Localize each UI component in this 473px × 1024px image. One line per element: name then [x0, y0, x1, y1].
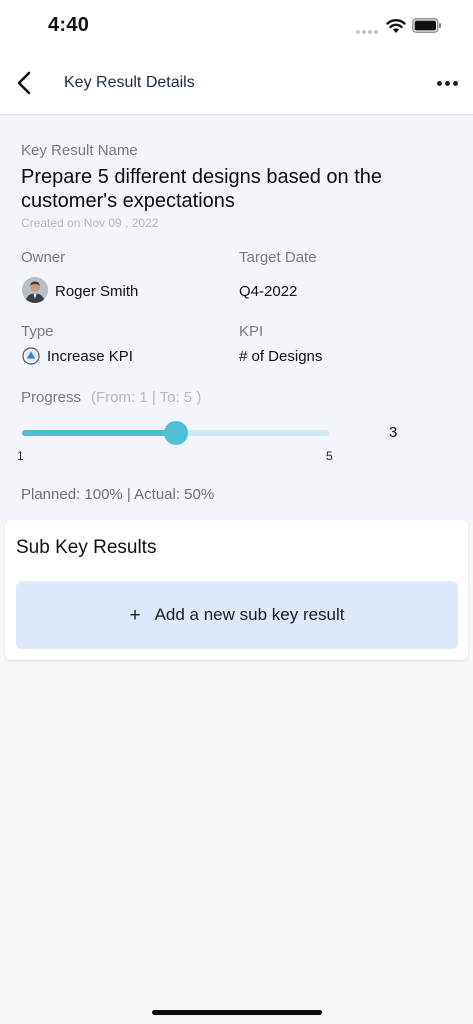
chevron-left-icon[interactable] — [12, 68, 40, 98]
status-bar: 4:40 — [0, 0, 473, 56]
target-date-label: Target Date — [239, 249, 317, 266]
kpi-label: KPI — [239, 323, 264, 340]
screen: 4:40 Key Result Details Key Result Name … — [0, 0, 473, 1024]
home-indicator — [152, 1010, 322, 1015]
slider-fill — [22, 430, 176, 436]
plus-icon: + — [129, 604, 141, 626]
key-result-name-label: Key Result Name — [21, 142, 138, 159]
type-value: Increase KPI — [47, 348, 133, 365]
cellular-signal-icon — [356, 30, 380, 34]
kpi-value: # of Designs — [239, 348, 323, 365]
created-date: Created on Nov 09 , 2022 — [21, 216, 159, 230]
sub-key-results-card: Sub Key Results + Add a new sub key resu… — [5, 520, 468, 660]
key-result-name: Prepare 5 different designs based on the… — [21, 166, 382, 212]
slider-max-label: 5 — [326, 449, 333, 463]
progress-slider[interactable] — [22, 420, 330, 446]
status-time: 4:40 — [48, 14, 90, 36]
key-result-details: Key Result Name Prepare 5 different desi… — [0, 115, 473, 520]
progress-label: Progress — [21, 389, 82, 406]
slider-thumb[interactable] — [164, 421, 188, 445]
more-horizontal-icon[interactable] — [435, 72, 459, 94]
battery-icon — [412, 18, 441, 33]
add-sub-key-result-button[interactable]: + Add a new sub key result — [16, 581, 458, 649]
arrow-up-circle-icon — [22, 347, 40, 365]
avatar — [22, 277, 48, 303]
slider-current-value: 3 — [389, 424, 398, 441]
slider-min-label: 1 — [17, 449, 24, 463]
wifi-icon — [386, 19, 406, 33]
target-date: Q4-2022 — [239, 283, 298, 300]
sub-key-results-title: Sub Key Results — [16, 537, 157, 558]
owner-name: Roger Smith — [55, 283, 139, 300]
page-title: Key Result Details — [64, 74, 195, 91]
type-label: Type — [21, 323, 54, 340]
add-sub-key-result-label: Add a new sub key result — [154, 605, 345, 624]
progress-range: (From: 1 | To: 5 ) — [91, 389, 202, 406]
planned-actual: Planned: 100% | Actual: 50% — [21, 486, 215, 503]
owner-label: Owner — [21, 249, 66, 266]
nav-bar: Key Result Details — [0, 56, 473, 115]
